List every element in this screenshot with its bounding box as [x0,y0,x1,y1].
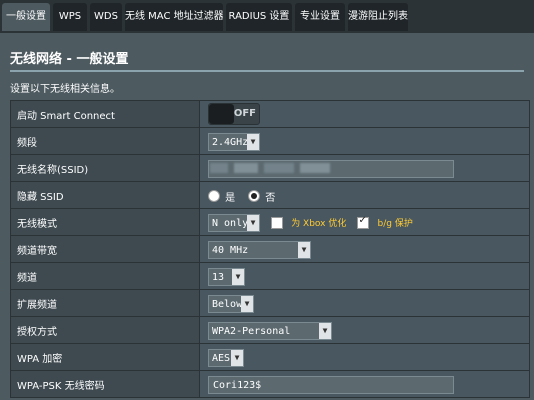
channel-label: 频道 [10,262,200,290]
row-mode: 无线模式 N only ▼ 为 Xbox 优化 b/g 保护 [10,208,530,236]
mode-select[interactable]: N only ▼ [208,213,260,232]
ext-channel-label: 扩展频道 [10,289,200,317]
ssid-label: 无线名称(SSID) [10,154,200,182]
tab-wps[interactable]: WPS [53,3,87,31]
tab-professional[interactable]: 专业设置 [295,3,345,31]
bg-protection-label: b/g 保护 [377,219,413,230]
channel-value: 13 [212,271,225,283]
bandwidth-cell: 40 MHz ▼ [199,235,530,263]
xbox-optimize-checkbox[interactable] [271,216,284,229]
smart-connect-toggle[interactable]: OFF [208,103,260,125]
row-bandwidth: 频道带宽 40 MHz ▼ [10,235,530,263]
bandwidth-select[interactable]: 40 MHz ▼ [208,240,311,259]
hide-ssid-yes-label: 是 [225,192,236,204]
hide-ssid-no-label: 否 [265,192,276,204]
auth-select[interactable]: WPA2-Personal ▼ [208,321,332,340]
mode-cell: N only ▼ 为 Xbox 优化 b/g 保护 [199,208,530,236]
hide-ssid-label: 隐藏 SSID [10,181,200,209]
wpa-psk-input[interactable]: Cori123$ [208,375,454,394]
row-ssid: 无线名称(SSID) [10,154,530,182]
page-title: 无线网络 - 一般设置 [10,52,129,67]
xbox-optimize-label: 为 Xbox 优化 [291,219,347,230]
wpa-psk-cell: Cori123$ [199,370,530,398]
wpa-encryption-label: WPA 加密 [10,343,200,371]
chevron-down-icon: ▼ [241,295,253,312]
title-divider [10,70,524,72]
ext-channel-cell: Below ▼ [199,289,530,317]
wpa-encryption-value: AES [212,352,231,364]
chevron-down-icon: ▼ [247,214,259,231]
chevron-down-icon: ▼ [231,349,243,366]
tab-wds[interactable]: WDS [90,3,122,31]
row-wpa-encryption: WPA 加密 AES ▼ [10,343,530,371]
ext-channel-select[interactable]: Below ▼ [208,294,254,313]
auth-label: 授权方式 [10,316,200,344]
row-ext-channel: 扩展频道 Below ▼ [10,289,530,317]
bg-protection-checkbox[interactable] [357,215,370,229]
tab-radius[interactable]: RADIUS 设置 [226,3,292,31]
ssid-cell [199,154,530,182]
row-hide-ssid: 隐藏 SSID 是 否 [10,181,530,209]
mode-value: N only [212,217,249,229]
band-value: 2.4GHz [212,136,249,148]
row-wpa-psk: WPA-PSK 无线密码 Cori123$ [10,370,530,398]
hide-ssid-cell: 是 否 [199,181,530,209]
ssid-redacted-text [210,163,330,173]
auth-cell: WPA2-Personal ▼ [199,316,530,344]
tab-general[interactable]: 一般设置 [2,3,50,31]
tab-mac-filter[interactable]: 无线 MAC 地址过滤器 [125,3,223,31]
hide-ssid-no-radio[interactable] [248,190,261,202]
page-description: 设置以下无线相关信息。 [10,84,120,95]
channel-cell: 13 ▼ [199,262,530,290]
mode-label: 无线模式 [10,208,200,236]
wpa-encryption-select[interactable]: AES ▼ [208,348,244,367]
bandwidth-value: 40 MHz [212,244,249,256]
smart-connect-label: 启动 Smart Connect [10,100,200,128]
wpa-encryption-cell: AES ▼ [199,343,530,371]
channel-select[interactable]: 13 ▼ [208,267,245,286]
settings-table: 启动 Smart Connect OFF 频段 2.4GHz ▼ 无线名称(SS… [10,100,530,398]
band-select[interactable]: 2.4GHz ▼ [208,132,260,151]
chevron-down-icon: ▼ [298,241,310,258]
wpa-psk-label: WPA-PSK 无线密码 [10,370,200,398]
row-band: 频段 2.4GHz ▼ [10,127,530,155]
toggle-knob [209,104,234,124]
band-label: 频段 [10,127,200,155]
chevron-down-icon: ▼ [319,322,331,339]
bandwidth-label: 频道带宽 [10,235,200,263]
row-smart-connect: 启动 Smart Connect OFF [10,100,530,128]
band-cell: 2.4GHz ▼ [199,127,530,155]
hide-ssid-yes-radio[interactable] [208,190,220,202]
chevron-down-icon: ▼ [247,133,259,150]
toggle-state: OFF [233,108,256,119]
chevron-down-icon: ▼ [232,268,244,285]
ext-channel-value: Below [212,298,243,310]
row-channel: 频道 13 ▼ [10,262,530,290]
smart-connect-cell: OFF [199,100,530,128]
tab-roaming-block[interactable]: 漫游阻止列表 [348,3,408,31]
tab-bar: 一般设置 WPS WDS 无线 MAC 地址过滤器 RADIUS 设置 专业设置… [0,0,534,33]
auth-value: WPA2-Personal [212,325,291,337]
row-auth: 授权方式 WPA2-Personal ▼ [10,316,530,344]
